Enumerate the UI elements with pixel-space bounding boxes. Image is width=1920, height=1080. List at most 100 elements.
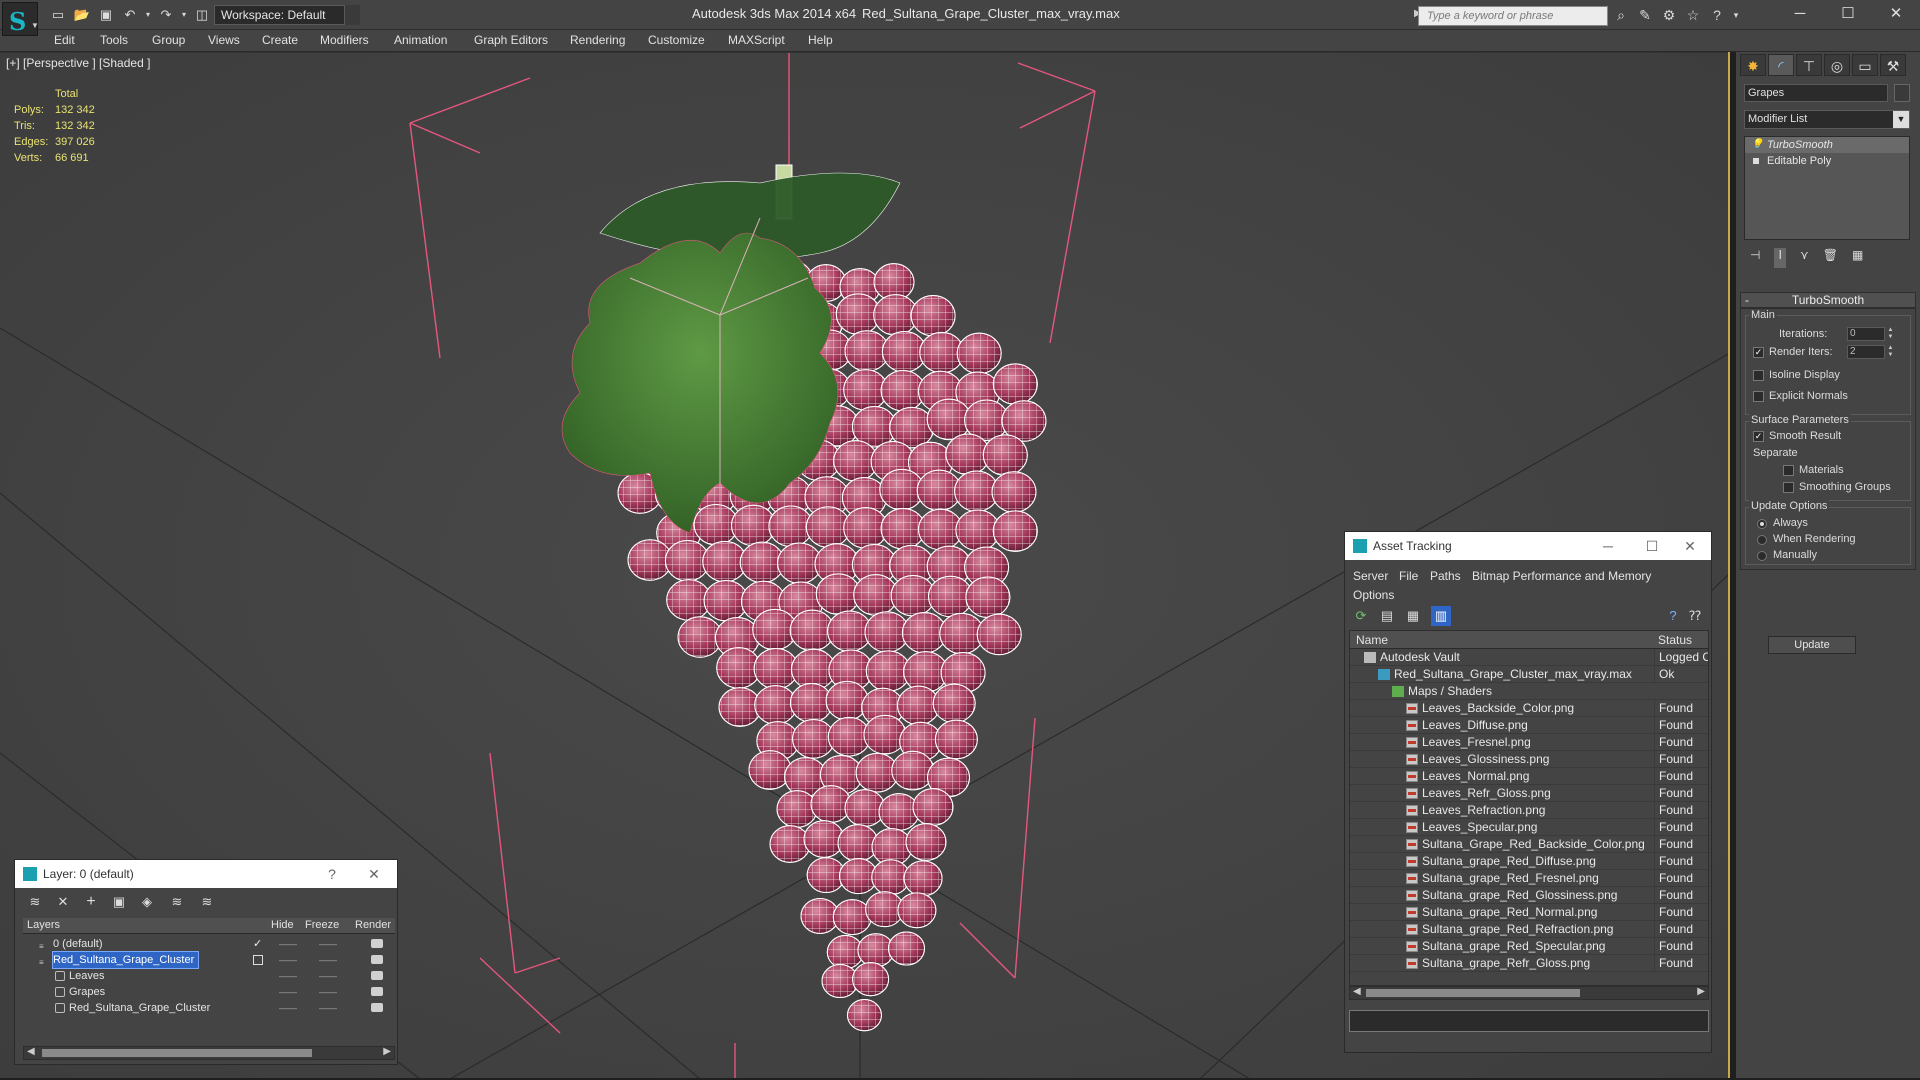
freeze-toggle[interactable]: —— (319, 968, 337, 984)
at-menu-server[interactable]: Server (1353, 569, 1388, 583)
asset-row[interactable]: Leaves_Backside_Color.png Found (1350, 700, 1708, 717)
freeze-toggle[interactable]: —— (319, 936, 337, 952)
menu-customize[interactable]: Customize (648, 33, 705, 47)
at-menu-file[interactable]: File (1399, 569, 1418, 583)
create-layer-icon[interactable]: ≋ (25, 892, 45, 912)
when-rendering-radio[interactable] (1757, 535, 1767, 545)
smooth-result-checkbox[interactable]: ✓ (1753, 431, 1764, 442)
at-menu-bitmap-performance[interactable]: Bitmap Performance and Memory (1472, 569, 1651, 583)
modify-tab-icon[interactable]: ◜ (1768, 54, 1794, 76)
smoothing-groups-checkbox[interactable] (1783, 482, 1794, 493)
hide-toggle[interactable]: —— (279, 984, 297, 1000)
asset-row[interactable]: Leaves_Glossiness.png Found (1350, 751, 1708, 768)
menu-rendering[interactable]: Rendering (570, 33, 625, 47)
freeze-toggle[interactable]: —— (319, 1000, 337, 1016)
scroll-thumb[interactable] (42, 1049, 312, 1057)
favorites-star-icon[interactable]: ☆ (1684, 6, 1702, 24)
delete-layer-icon[interactable]: ✕ (53, 892, 73, 912)
motion-tab-icon[interactable]: ◎ (1824, 54, 1850, 76)
search-input[interactable]: Type a keyword or phrase (1418, 6, 1608, 26)
render-iters-checkbox[interactable]: ✓ (1753, 347, 1764, 358)
freeze-all-layers-icon[interactable]: ≋ (197, 892, 217, 912)
close-icon[interactable]: ✕ (359, 860, 389, 888)
col-layers-header[interactable]: Layers (27, 919, 60, 931)
active-layer-check-icon[interactable]: ✓ (253, 936, 262, 952)
asset-row[interactable]: Sultana_grape_Red_Glossiness.png Found (1350, 887, 1708, 904)
col-freeze-header[interactable]: Freeze (305, 919, 339, 931)
utilities-tab-icon[interactable]: ⚒ (1880, 54, 1906, 76)
menu-graph-editors[interactable]: Graph Editors (474, 33, 548, 47)
render-teapot-icon[interactable] (371, 987, 383, 996)
menu-edit[interactable]: Edit (54, 33, 75, 47)
object-name-field[interactable]: Grapes (1744, 84, 1888, 102)
perspective-viewport[interactable]: [+] [Perspective ] [Shaded ] Total Polys… (0, 52, 1730, 1078)
scroll-left-icon[interactable]: ◀ (1353, 986, 1361, 997)
scroll-right-icon[interactable]: ▶ (383, 1046, 391, 1057)
table-view-icon[interactable]: ▥ (1431, 606, 1451, 626)
render-teapot-icon[interactable] (371, 955, 383, 964)
layer-row[interactable]: ≡ 0 (default) ✓ —— —— (23, 936, 395, 952)
stack-item-turbosmooth[interactable]: 💡 TurboSmooth (1745, 137, 1909, 153)
help-dropdown-icon[interactable]: ▾ (1732, 6, 1740, 24)
layer-row[interactable]: ≡ Red_Sultana_Grape_Cluster —— —— (23, 951, 395, 969)
manually-radio[interactable] (1757, 551, 1767, 561)
redo-icon[interactable]: ↷ (156, 6, 176, 24)
scroll-right-icon[interactable]: ▶ (1697, 986, 1705, 997)
display-tab-icon[interactable]: ▭ (1852, 54, 1878, 76)
context-help-icon[interactable]: ⁇ (1685, 606, 1705, 626)
binoculars-icon[interactable]: ⌕ (1612, 6, 1630, 24)
hierarchy-tab-icon[interactable]: ⊤ (1796, 54, 1822, 76)
workspace-expand-button[interactable] (344, 5, 360, 25)
materials-checkbox[interactable] (1783, 465, 1794, 476)
asset-row[interactable]: Sultana_grape_Red_Fresnel.png Found (1350, 870, 1708, 887)
menu-modifiers[interactable]: Modifiers (320, 33, 369, 47)
menu-help[interactable]: Help (808, 33, 833, 47)
turbosmooth-rollout-header[interactable]: - TurboSmooth (1740, 292, 1916, 308)
minimize-icon[interactable]: ─ (1593, 532, 1623, 560)
asset-row[interactable]: Leaves_Normal.png Found (1350, 768, 1708, 785)
col-render-header[interactable]: Render (355, 919, 391, 931)
col-name-header[interactable]: Name (1356, 633, 1388, 647)
asset-tracking-titlebar[interactable]: Asset Tracking ─ ☐ ✕ (1345, 532, 1711, 560)
render-teapot-icon[interactable] (371, 1003, 383, 1012)
asset-row[interactable]: Sultana_Grape_Red_Backside_Color.png Foun… (1350, 836, 1708, 853)
viewport-label[interactable]: [+] [Perspective ] [Shaded ] (6, 56, 150, 70)
create-tab-icon[interactable]: ✸ (1740, 54, 1766, 76)
asset-row[interactable]: Red_Sultana_Grape_Cluster_max_vray.max Ok (1350, 666, 1708, 683)
thumbnail-view-icon[interactable]: ▦ (1403, 606, 1423, 626)
maximize-button[interactable]: ☐ (1828, 2, 1868, 26)
help-icon[interactable]: ? (317, 860, 347, 888)
select-in-layer-icon[interactable]: ▣ (109, 892, 129, 912)
menu-tools[interactable]: Tools (100, 33, 128, 47)
undo-dropdown-icon[interactable]: ▾ (144, 6, 152, 24)
undo-icon[interactable]: ↶ (120, 6, 140, 24)
asset-path-field[interactable] (1349, 1010, 1709, 1032)
hide-toggle[interactable]: —— (279, 952, 297, 968)
pin-stack-icon[interactable]: ⊣ (1750, 248, 1760, 268)
explicit-normals-checkbox[interactable] (1753, 391, 1764, 402)
menu-views[interactable]: Views (208, 33, 240, 47)
asset-row[interactable]: Sultana_grape_Red_Diffuse.png Found (1350, 853, 1708, 870)
at-menu-paths[interactable]: Paths (1430, 569, 1461, 583)
layer-object-row[interactable]: Leaves —— —— (23, 968, 395, 984)
layer-object-row[interactable]: Grapes —— —— (23, 984, 395, 1000)
asset-row[interactable]: Leaves_Diffuse.png Found (1350, 717, 1708, 734)
asset-row[interactable]: Autodesk Vault Logged Ou (1350, 649, 1708, 666)
asset-row[interactable]: Sultana_grape_Red_Refraction.png Found (1350, 921, 1708, 938)
refresh-icon[interactable]: ⟳ (1351, 606, 1371, 626)
col-status-header[interactable]: Status (1658, 633, 1692, 647)
at-menu-options[interactable]: Options (1353, 588, 1394, 602)
make-unique-icon[interactable]: ⋎ (1800, 248, 1809, 268)
save-file-icon[interactable]: ▣ (96, 6, 116, 24)
remove-modifier-icon[interactable]: 🗑 (1823, 248, 1838, 268)
freeze-toggle[interactable]: —— (319, 952, 337, 968)
close-button[interactable]: ✕ (1876, 2, 1916, 26)
asset-row[interactable]: Sultana_grape_Red_Normal.png Found (1350, 904, 1708, 921)
layer-object-row[interactable]: Red_Sultana_Grape_Cluster —— —— (23, 1000, 395, 1016)
help-icon[interactable]: ? (1663, 606, 1683, 626)
asset-row[interactable]: Leaves_Refr_Gloss.png Found (1350, 785, 1708, 802)
close-icon[interactable]: ✕ (1675, 532, 1705, 560)
highlight-selected-icon[interactable]: ◈ (137, 892, 157, 912)
col-hide-header[interactable]: Hide (271, 919, 294, 931)
project-folder-icon[interactable]: ◫ (192, 6, 212, 24)
